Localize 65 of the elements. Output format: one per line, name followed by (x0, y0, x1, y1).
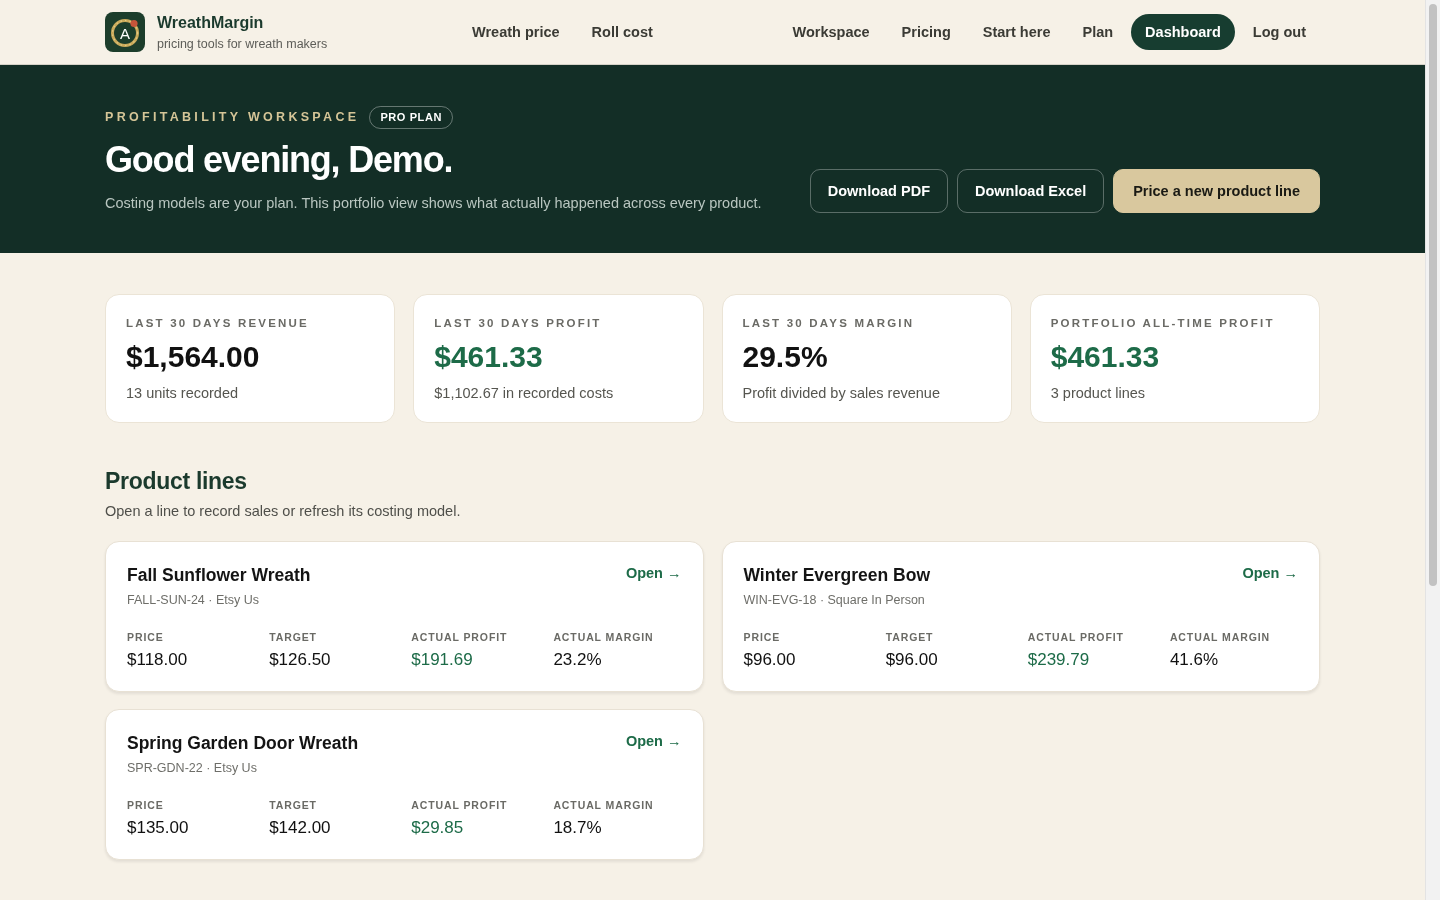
stat-label: LAST 30 DAYS REVENUE (126, 316, 310, 330)
hero-description: Costing models are your plan. This portfolio view shows what actually happened across every product. (105, 194, 762, 213)
stat-label: LAST 30 DAYS MARGIN (742, 316, 916, 330)
stat-note: 13 units recorded (126, 384, 240, 403)
metric-value: $96.00 (743, 649, 797, 671)
stat-note: Profit divided by sales revenue (742, 384, 941, 403)
product-name: Spring Garden Door Wreath (127, 732, 359, 755)
outline-button[interactable]: Download Excel (957, 169, 1105, 213)
product-name: Fall Sunflower Wreath (127, 564, 311, 587)
metric-value: $96.00 (885, 649, 939, 671)
metric-label: ACTUAL PROFIT (1027, 630, 1125, 644)
metric-value: 41.6% (1169, 649, 1220, 671)
metric-value: $118.00 (127, 649, 189, 671)
hero-eyebrow: PROFITABILITY WORKSPACE (105, 110, 360, 124)
stat-note: 3 product lines (1050, 384, 1147, 403)
stat-value: $461.33 (1050, 339, 1161, 375)
logout-link[interactable]: Log out (1238, 14, 1320, 50)
metric-value: $126.50 (269, 649, 332, 671)
nav-link[interactable]: Start here (968, 14, 1065, 50)
primary-button[interactable]: Price a new product line (1113, 169, 1320, 213)
metric-label: TARGET (269, 630, 318, 644)
metric-value: $239.79 (1027, 649, 1091, 671)
metric-label: TARGET (885, 630, 935, 644)
open-link[interactable]: Open → (1242, 563, 1298, 583)
metric-value: 18.7% (553, 817, 603, 839)
metric-value: $29.85 (411, 817, 465, 839)
nav-link[interactable]: Dashboard (1131, 14, 1235, 50)
section-title: Product lines (105, 467, 248, 496)
brand-tagline: pricing tools for wreath makers (157, 35, 328, 52)
metric-label: ACTUAL MARGIN (553, 630, 655, 644)
metric-label: PRICE (127, 630, 165, 644)
section-subtitle: Open a line to record sales or refresh its costing model. (105, 502, 462, 521)
stat-note: $1,102.67 in recorded costs (434, 384, 615, 403)
hero-title: Good evening, Demo. (105, 138, 454, 182)
open-link[interactable]: Open → (625, 563, 682, 583)
metric-value: 23.2% (553, 649, 603, 671)
metric-label: ACTUAL PROFIT (411, 630, 509, 644)
product-meta: FALL-SUN-24 · Etsy Us (127, 592, 260, 609)
metric-value: $142.00 (269, 817, 332, 839)
stat-value: 29.5% (742, 339, 829, 375)
metric-value: $135.00 (127, 817, 190, 839)
metric-value: $191.69 (411, 649, 474, 671)
stat-value: $1,564.00 (126, 339, 261, 375)
product-name: Winter Evergreen Bow (743, 564, 931, 587)
brand-name: WreathMargin (157, 12, 265, 33)
nav-link[interactable]: Wreath price (458, 14, 574, 50)
metric-label: PRICE (127, 798, 165, 812)
nav-link[interactable]: Pricing (887, 14, 965, 50)
product-meta: SPR-GDN-22 · Etsy Us (127, 760, 258, 777)
metric-label: ACTUAL PROFIT (411, 798, 509, 812)
scrollbar-thumb[interactable] (1429, 4, 1437, 586)
product-meta: WIN-EVG-18 · Square In Person (743, 592, 926, 609)
open-link[interactable]: Open → (625, 731, 682, 751)
metric-label: TARGET (269, 798, 318, 812)
nav-link[interactable]: Plan (1068, 14, 1128, 50)
nav-link[interactable]: Roll cost (577, 14, 667, 50)
stat-value: $461.33 (434, 339, 544, 375)
metric-label: ACTUAL MARGIN (553, 798, 655, 812)
stat-label: PORTFOLIO ALL-TIME PROFIT (1050, 316, 1276, 330)
metric-label: PRICE (743, 630, 782, 644)
outline-button[interactable]: Download PDF (809, 169, 948, 213)
stat-label: LAST 30 DAYS PROFIT (434, 316, 603, 330)
metric-label: ACTUAL MARGIN (1169, 630, 1272, 644)
nav-link[interactable]: Workspace (778, 14, 884, 50)
wreath-logo-icon: A (105, 12, 145, 52)
